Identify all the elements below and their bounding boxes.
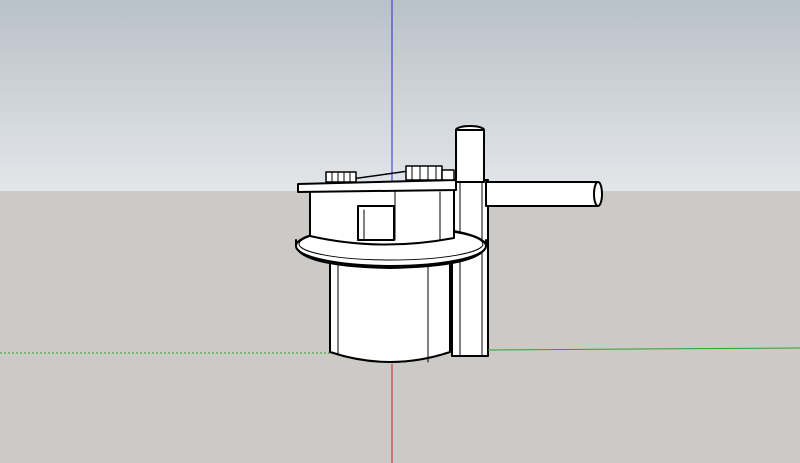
modeling-viewport[interactable] <box>0 0 800 463</box>
horizontal-arm[interactable] <box>485 181 603 207</box>
sky-background <box>0 0 800 192</box>
upper-cylinder[interactable] <box>309 189 455 246</box>
scene-canvas[interactable] <box>0 0 800 463</box>
upper-opening <box>357 205 395 241</box>
lower-cylinder[interactable] <box>329 261 451 363</box>
